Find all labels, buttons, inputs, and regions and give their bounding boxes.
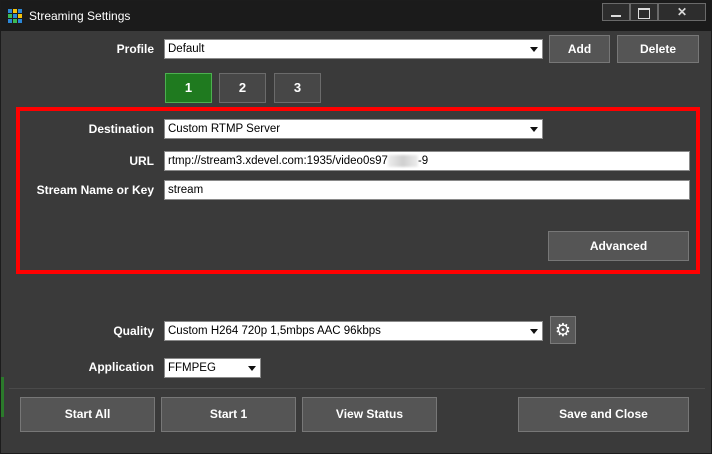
maximize-icon — [638, 8, 650, 20]
add-profile-button[interactable]: Add — [549, 35, 610, 63]
close-icon: ✕ — [676, 5, 688, 19]
url-field[interactable]: rtmp://stream3.xdevel.com:1935/video0s97… — [164, 151, 690, 171]
maximize-button[interactable] — [630, 3, 658, 21]
streaming-settings-window: Streaming Settings ✕ Profile Default Add… — [0, 0, 712, 454]
app-grid-icon — [8, 9, 22, 23]
profile-select-value: Default — [168, 43, 205, 55]
tab-3[interactable]: 3 — [274, 73, 321, 103]
window-title: Streaming Settings — [29, 9, 131, 23]
view-status-button[interactable]: View Status — [302, 397, 437, 432]
tab-2[interactable]: 2 — [219, 73, 266, 103]
gear-icon: ⚙ — [554, 319, 572, 340]
quality-settings-button[interactable]: ⚙ — [550, 316, 576, 344]
chevron-down-icon — [248, 366, 256, 371]
save-and-close-button[interactable]: Save and Close — [518, 397, 689, 432]
delete-profile-button[interactable]: Delete — [617, 35, 699, 63]
minimize-icon — [611, 14, 621, 17]
stream-key-field[interactable]: stream — [164, 180, 690, 200]
title-bar[interactable]: Streaming Settings ✕ — [1, 1, 712, 31]
quality-select-value: Custom H264 720p 1,5mbps AAC 96kbps — [168, 325, 381, 337]
left-edge-accent — [1, 377, 4, 417]
url-label: URL — [129, 154, 154, 168]
chevron-down-icon — [530, 127, 538, 132]
url-value-prefix: rtmp://stream3.xdevel.com:1935/video0s97 — [168, 155, 388, 167]
redacted-text — [387, 154, 418, 167]
destination-select[interactable]: Custom RTMP Server — [164, 119, 543, 139]
tab-1[interactable]: 1 — [165, 73, 212, 103]
url-value-suffix: -9 — [417, 155, 429, 167]
profile-label: Profile — [116, 42, 154, 56]
minimize-button[interactable] — [602, 3, 630, 21]
application-label: Application — [88, 360, 154, 374]
destination-label: Destination — [88, 122, 154, 136]
stream-key-label: Stream Name or Key — [36, 183, 154, 197]
footer-divider — [9, 388, 705, 389]
application-select-value: FFMPEG — [168, 362, 216, 374]
chevron-down-icon — [530, 329, 538, 334]
profile-select[interactable]: Default — [164, 39, 543, 59]
start-all-button[interactable]: Start All — [20, 397, 155, 432]
start-1-button[interactable]: Start 1 — [161, 397, 296, 432]
chevron-down-icon — [530, 47, 538, 52]
quality-select[interactable]: Custom H264 720p 1,5mbps AAC 96kbps — [164, 321, 543, 341]
advanced-button[interactable]: Advanced — [548, 231, 689, 261]
destination-select-value: Custom RTMP Server — [168, 123, 281, 135]
stream-key-value: stream — [168, 184, 204, 196]
quality-label: Quality — [113, 324, 154, 338]
application-select[interactable]: FFMPEG — [164, 358, 261, 378]
close-button[interactable]: ✕ — [658, 3, 706, 21]
